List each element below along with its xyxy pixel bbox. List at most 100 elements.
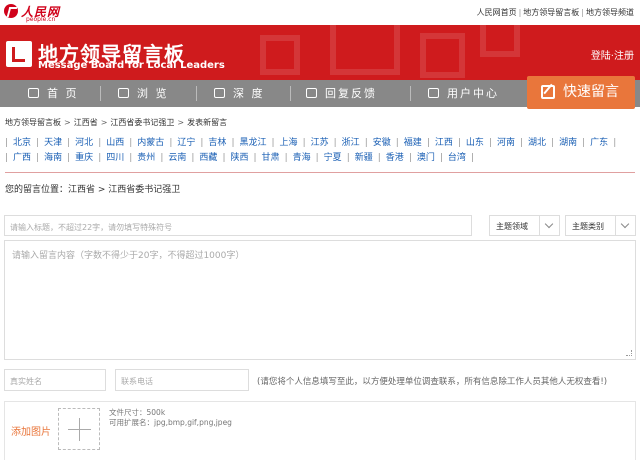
province-link[interactable]: 江苏 (311, 138, 329, 148)
province-link[interactable]: 湖南 (559, 138, 577, 148)
section-divider (5, 172, 635, 173)
province-link[interactable]: 四川 (106, 153, 124, 163)
phone-input[interactable]: 联系电话 (115, 369, 249, 391)
province-link[interactable]: 澳门 (417, 153, 435, 163)
separator: | (395, 138, 399, 148)
separator: | (613, 138, 617, 148)
nav-depth[interactable]: 深 度 (214, 80, 265, 107)
separator: | (98, 153, 102, 163)
province-link[interactable]: 北京 (13, 138, 31, 148)
separator: | (67, 138, 71, 148)
separator: | (582, 138, 586, 148)
separator: | (169, 138, 173, 148)
province-link[interactable]: 海南 (44, 153, 62, 163)
topic-domain-value: 主题领域 (496, 222, 528, 231)
crumb-leader[interactable]: 江西省委书记强卫 (110, 118, 174, 127)
separator: | (518, 8, 522, 17)
province-link[interactable]: 广西 (13, 153, 31, 163)
topic-category-select[interactable]: 主题类别 (565, 215, 636, 236)
province-link[interactable]: 河北 (75, 138, 93, 148)
province-link[interactable]: 西藏 (199, 153, 217, 163)
separator: | (231, 138, 235, 148)
separator: | (457, 138, 461, 148)
location-path: 江西省 > 江西省委书记强卫 (68, 185, 181, 195)
subject-input[interactable]: 请输入标题，不超过22字，请勿填写特殊符号 (4, 215, 472, 236)
chevron-down-icon (539, 216, 559, 235)
province-link[interactable]: 青海 (293, 153, 311, 163)
top-links: 人民网首页 | 地方领导留言板 | 地方领导频道 (477, 7, 634, 18)
quick-message-button[interactable]: 快速留言 (527, 76, 635, 109)
link-message-board[interactable]: 地方领导留言板 (523, 8, 579, 17)
province-link[interactable]: 山西 (106, 138, 124, 148)
separator: | (284, 153, 288, 163)
crumb-province[interactable]: 江西省 (74, 118, 98, 127)
province-link[interactable]: 广东 (590, 138, 608, 148)
nav-reply[interactable]: 回复反馈 (306, 80, 377, 107)
separator: | (129, 138, 133, 148)
province-link[interactable]: 香港 (386, 153, 404, 163)
add-image-button[interactable] (58, 408, 100, 450)
crumb-current: 发表新留言 (187, 118, 228, 127)
province-link[interactable]: 江西 (435, 138, 453, 148)
banner-decoration (480, 25, 520, 57)
separator: | (5, 138, 9, 148)
province-link[interactable]: 黑龙江 (239, 138, 266, 148)
province-link[interactable]: 云南 (168, 153, 186, 163)
login-register-link[interactable]: 登陆·注册 (591, 47, 634, 62)
province-link[interactable]: 甘肃 (262, 153, 280, 163)
message-content-textarea[interactable]: 请输入留言内容（字数不得少于20字，不得超过1000字） (4, 240, 636, 360)
crumb-board[interactable]: 地方领导留言板 (5, 118, 61, 127)
province-link[interactable]: 福建 (404, 138, 422, 148)
banner-decoration (420, 33, 465, 78)
chevron-down-icon (615, 216, 635, 235)
separator: | (302, 138, 306, 148)
province-link[interactable]: 内蒙古 (137, 138, 164, 148)
nav-browse[interactable]: 浏 览 (118, 80, 169, 107)
link-people-home[interactable]: 人民网首页 (477, 8, 517, 17)
province-link[interactable]: 宁夏 (324, 153, 342, 163)
top-bar: 人民网 people.cn 人民网首页 | 地方领导留言板 | 地方领导频道 (0, 0, 640, 25)
depth-icon (214, 88, 225, 98)
nav-user-center[interactable]: 用户中心 (428, 80, 499, 107)
province-link[interactable]: 山东 (466, 138, 484, 148)
file-size-info: 文件尺寸：500k (109, 408, 166, 417)
nav-divider (196, 86, 197, 101)
province-link[interactable]: 辽宁 (177, 138, 195, 148)
province-link[interactable]: 安徽 (373, 138, 391, 148)
separator: | (200, 138, 204, 148)
separator: | (67, 153, 71, 163)
province-link[interactable]: 河南 (497, 138, 515, 148)
add-image-label[interactable]: 添加图片 (11, 423, 51, 438)
province-link[interactable]: 浙江 (342, 138, 360, 148)
board-logo-icon (6, 41, 32, 67)
content-placeholder: 请输入留言内容（字数不得少于20字，不得超过1000字） (12, 251, 245, 261)
province-link[interactable]: 湖北 (528, 138, 546, 148)
resize-handle-icon[interactable] (626, 350, 632, 356)
province-link[interactable]: 台湾 (448, 153, 466, 163)
province-link[interactable]: 吉林 (208, 138, 226, 148)
people-logo[interactable]: 人民网 people.cn (4, 3, 64, 23)
real-name-input[interactable]: 真实姓名 (4, 369, 106, 391)
province-link[interactable]: 重庆 (75, 153, 93, 163)
province-link[interactable]: 上海 (280, 138, 298, 148)
separator: | (364, 138, 368, 148)
separator: | (581, 8, 584, 17)
separator: | (315, 153, 319, 163)
banner: 地方领导留言板 Message Board for Local Leaders … (0, 25, 640, 80)
topic-domain-select[interactable]: 主题领域 (489, 215, 560, 236)
nav-depth-label: 深 度 (233, 87, 265, 100)
province-link[interactable]: 陕西 (230, 153, 248, 163)
province-link[interactable]: 天津 (44, 138, 62, 148)
separator: | (253, 153, 257, 163)
file-extension-info: 可用扩展名：jpg,bmp,gif,png,jpeg (109, 418, 232, 427)
nav-home-label: 首 页 (47, 87, 79, 100)
province-link[interactable]: 贵州 (137, 153, 155, 163)
breadcrumb: 地方领导留言板 > 江西省 > 江西省委书记强卫 > 发表新留言 (5, 118, 228, 127)
separator: | (377, 153, 381, 163)
message-location: 您的留言位置：江西省 > 江西省委书记强卫 (5, 182, 180, 195)
separator: | (129, 153, 133, 163)
nav-home[interactable]: 首 页 (28, 80, 79, 107)
link-leader-channel[interactable]: 地方领导频道 (586, 8, 634, 17)
province-link[interactable]: 新疆 (355, 153, 373, 163)
province-list-row-2: | 广西 | 海南 | 重庆 | 四川 | 贵州 | 云南 | 西藏 | 陕西 | 甘肃 | 青海 | 宁夏 | 新疆 | 香港 |… (5, 151, 635, 165)
